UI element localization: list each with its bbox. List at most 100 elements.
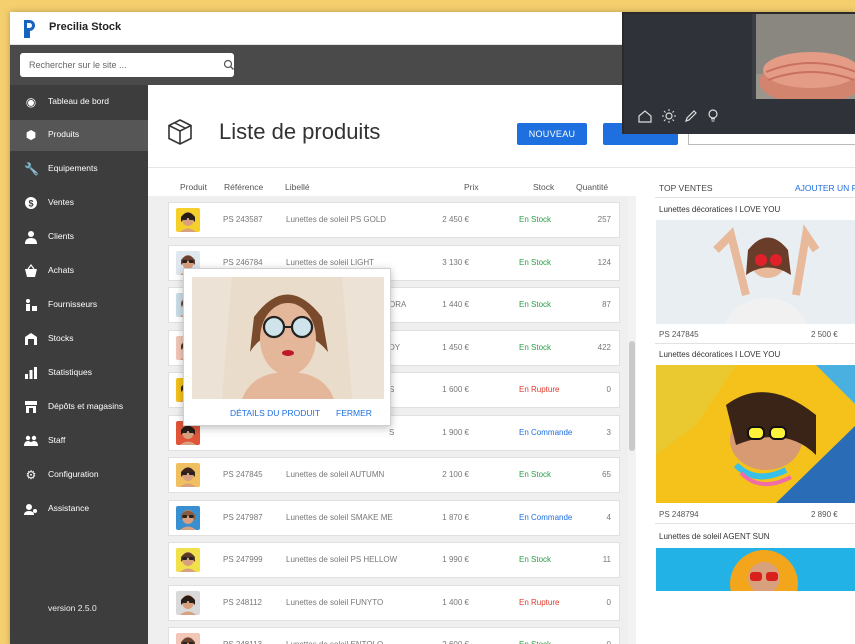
product-price: 1 990 € xyxy=(442,555,469,564)
search-input[interactable] xyxy=(20,53,210,77)
sidebar-item-label: Fournisseurs xyxy=(48,299,98,309)
bulb-icon[interactable] xyxy=(706,109,720,123)
divider xyxy=(655,343,855,344)
product-label: Lunettes de soleil FUNYTO xyxy=(286,597,384,607)
table-row[interactable]: PS 243587 Lunettes de soleil PS GOLD 2 450… xyxy=(168,202,620,238)
column-header-prix[interactable]: Prix xyxy=(464,182,479,192)
product-thumbnail[interactable] xyxy=(176,590,200,615)
table-row[interactable]: PS 248113 Lunettes de soleil ENTOLO 2 600 … xyxy=(168,627,620,644)
sidebar-item-clients[interactable]: Clients xyxy=(10,222,148,253)
sidebar: ◉ Tableau de bord ⬢ Produits 🔧 Equipemen… xyxy=(10,85,148,644)
divider xyxy=(655,523,855,524)
sidebar-item-label: Configuration xyxy=(48,469,99,479)
product-quantity: 0 xyxy=(606,385,611,394)
add-filter-link[interactable]: AJOUTER UN FILTRE xyxy=(795,183,855,193)
sidebar-item-depots-et-magasins[interactable]: Dépôts et magasins xyxy=(10,392,148,423)
column-header-reference[interactable]: Référence xyxy=(224,182,263,192)
product-price: 1 450 € xyxy=(442,342,469,352)
product-quantity: 4 xyxy=(606,512,611,522)
product-quantity: 124 xyxy=(597,257,611,267)
sidebar-item-assistance[interactable]: Assistance xyxy=(10,494,148,525)
sidebar-item-label: Tableau de bord xyxy=(48,96,109,106)
product-reference: PS 246784 xyxy=(223,257,263,267)
app-title: Precilia Stock xyxy=(49,21,122,33)
scrollbar-thumb[interactable] xyxy=(629,341,635,451)
cube-icon xyxy=(168,119,192,145)
sidebar-item-statistiques[interactable]: Statistiques xyxy=(10,358,148,389)
table-row[interactable]: PS 248112 Lunettes de soleil FUNYTO 1 400 … xyxy=(168,584,620,621)
product-quantity: 257 xyxy=(597,215,611,224)
product-label: Lunettes de soleil SMAKE ME xyxy=(286,512,393,522)
stock-status: En Stock xyxy=(519,470,552,479)
product-thumbnail[interactable] xyxy=(176,208,200,232)
overlay-toolbar xyxy=(624,99,855,134)
top-sale-image[interactable] xyxy=(656,548,855,591)
sidebar-item-ventes[interactable]: $ Ventes xyxy=(10,188,148,219)
support-icon xyxy=(24,502,38,516)
svg-text:$: $ xyxy=(28,199,33,209)
top-sale-image[interactable] xyxy=(656,365,855,503)
sidebar-item-produits[interactable]: ⬢ Produits xyxy=(10,120,148,151)
page-title: Liste de produits xyxy=(219,119,381,144)
product-price: 1 400 € xyxy=(442,597,469,607)
sidebar-item-fournisseurs[interactable]: Fournisseurs xyxy=(10,290,148,321)
app-window: Precilia Stock ◉ Tableau de bord ⬢ Produ… xyxy=(10,12,855,644)
table-row[interactable]: PS 247845 Lunettes de soleil AUTUMN 2 100 … xyxy=(168,457,620,493)
product-price: 1 600 € xyxy=(442,385,469,394)
sidebar-item-stocks[interactable]: Stocks xyxy=(10,324,148,355)
home-icon[interactable] xyxy=(638,109,652,123)
sidebar-item-staff[interactable]: Staff xyxy=(10,426,148,457)
product-price: 3 130 € xyxy=(442,257,469,267)
column-header-stock[interactable]: Stock xyxy=(533,182,554,192)
column-header-libelle[interactable]: Libellé xyxy=(285,182,310,192)
chart-icon xyxy=(24,366,38,380)
table-scrollbar[interactable] xyxy=(628,196,636,644)
wrench-icon: 🔧 xyxy=(24,162,39,176)
product-thumbnail[interactable] xyxy=(176,548,200,572)
search-box xyxy=(20,53,234,77)
top-sale-price: 2 500 € xyxy=(811,330,838,339)
close-popup-link[interactable]: FERMER xyxy=(336,408,372,418)
sidebar-item-label: Clients xyxy=(48,231,74,241)
pen-icon[interactable] xyxy=(684,109,698,123)
product-quantity: 87 xyxy=(602,300,611,309)
top-sale-ref: PS 247845 xyxy=(659,330,699,339)
sidebar-item-label: Staff xyxy=(48,435,66,445)
sidebar-item-label: Ventes xyxy=(48,197,74,207)
product-price: 1 440 € xyxy=(442,300,469,309)
search-icon[interactable] xyxy=(223,59,235,71)
stock-status: En Stock xyxy=(519,215,552,224)
stock-status: En Stock xyxy=(519,640,551,644)
sidebar-item-tableau-de-bord[interactable]: ◉ Tableau de bord xyxy=(10,87,148,118)
sidebar-item-achats[interactable]: Achats xyxy=(10,256,148,287)
product-label: Lunettes de soleil PS HELLOW xyxy=(286,555,398,564)
product-quantity: 11 xyxy=(602,555,611,564)
stock-status: En Stock xyxy=(519,342,552,352)
sidebar-item-equipements[interactable]: 🔧 Equipements xyxy=(10,154,148,185)
product-thumbnail[interactable] xyxy=(176,505,200,530)
top-sale-image[interactable] xyxy=(656,220,855,324)
dashboard-icon: ◉ xyxy=(25,95,37,109)
column-header-produit[interactable]: Produit xyxy=(180,182,207,192)
product-quantity: 3 xyxy=(606,427,611,437)
top-sale-name[interactable]: Lunettes décoratices I LOVE YOU xyxy=(659,350,780,359)
app-logo xyxy=(24,20,40,38)
divider xyxy=(148,167,855,168)
product-label: Lunettes de soleil LIGHT xyxy=(286,257,375,267)
table-row[interactable]: PS 247999 Lunettes de soleil PS HELLOW 1 9… xyxy=(168,542,620,578)
stock-status: En Commande xyxy=(519,512,573,522)
product-label: S xyxy=(389,427,395,437)
product-reference: PS 248113 xyxy=(223,640,262,644)
sun-icon[interactable] xyxy=(662,109,676,123)
product-thumbnail[interactable] xyxy=(176,463,200,487)
product-details-link[interactable]: DÉTAILS DU PRODUIT xyxy=(230,408,320,418)
product-thumbnail[interactable] xyxy=(176,633,200,644)
sidebar-item-configuration[interactable]: ⚙ Configuration xyxy=(10,460,148,491)
top-sale-name[interactable]: Lunettes décoratices I LOVE YOU xyxy=(659,205,780,214)
sidebar-item-label: Stocks xyxy=(48,333,74,343)
top-sale-name[interactable]: Lunettes de soleil AGENT SUN xyxy=(659,532,770,541)
table-row[interactable]: PS 247987 Lunettes de soleil SMAKE ME 1 87… xyxy=(168,499,620,536)
new-product-button[interactable]: NOUVEAU xyxy=(517,123,587,145)
column-header-quantite[interactable]: Quantité xyxy=(576,182,608,192)
group-icon xyxy=(24,434,38,448)
